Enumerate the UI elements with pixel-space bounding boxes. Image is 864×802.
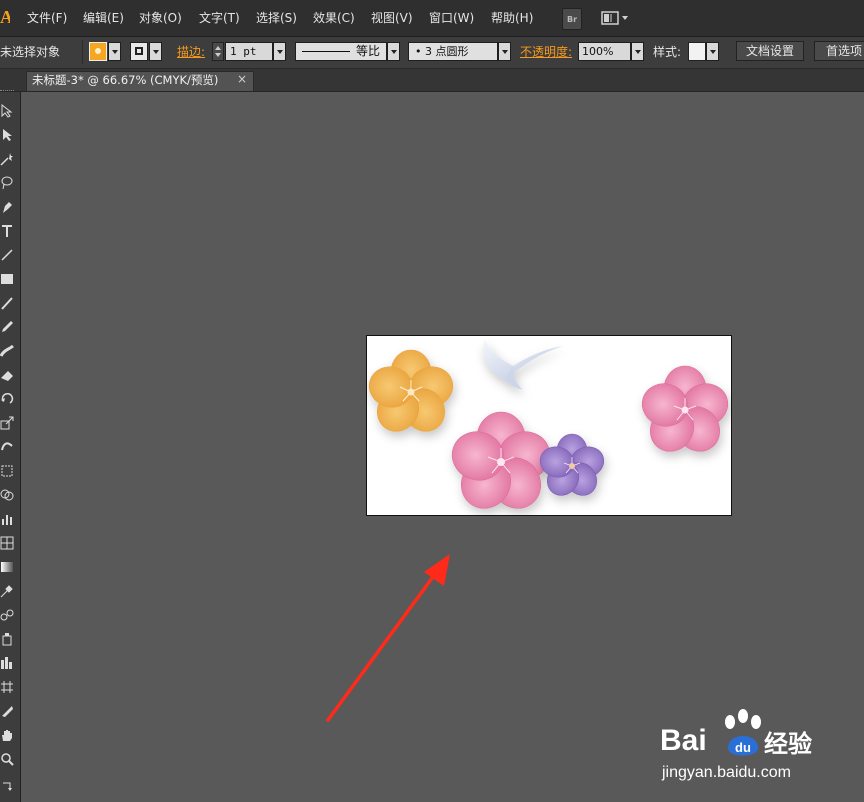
document-setup-button[interactable]: 文档设置 [736, 41, 804, 61]
arrange-documents-button[interactable] [600, 8, 630, 28]
artboard[interactable] [366, 335, 732, 516]
selection-status: 未选择对象 [0, 45, 61, 59]
document-tab-title: 未标题-3* @ 66.67% (CMYK/预览) [32, 73, 219, 87]
bird-shape [483, 340, 563, 390]
zoom-tool-icon[interactable] [0, 752, 14, 766]
fill-color-dropdown[interactable] [108, 42, 121, 61]
stepper-arrows-icon [215, 46, 221, 57]
pen-tool-icon[interactable] [0, 200, 14, 214]
menu-view[interactable]: 视图(V) [371, 10, 413, 26]
menu-window[interactable]: 窗口(W) [429, 10, 474, 26]
stroke-weight-stepper[interactable] [212, 42, 224, 61]
stroke-profile-label: 等比 [356, 44, 381, 58]
baidu-jingyan-watermark: Bai du 经验 jingyan.baidu.com [660, 708, 860, 794]
graphic-style-dropdown[interactable] [706, 42, 719, 61]
stroke-profile-select[interactable]: 等比 [295, 42, 387, 61]
symbol-sprayer-tool-icon[interactable] [0, 632, 14, 646]
graphic-style-swatch[interactable] [688, 42, 706, 61]
stroke-label[interactable]: 描边: [177, 45, 205, 59]
lasso-tool-icon[interactable] [0, 176, 14, 190]
tools-panel [0, 90, 21, 802]
watermark-brand-bottom: 经验 [764, 730, 812, 758]
eraser-tool-icon[interactable] [0, 368, 14, 382]
menu-type[interactable]: 文字(T) [199, 10, 240, 26]
watermark-url: jingyan.baidu.com [662, 764, 791, 781]
menu-effect[interactable]: 效果(C) [313, 10, 355, 26]
orange-flower [368, 349, 454, 432]
blend-tool-icon[interactable] [0, 608, 14, 622]
menu-file[interactable]: 文件(F) [27, 10, 67, 26]
opacity-dropdown[interactable] [631, 42, 644, 61]
svg-text:du: du [735, 740, 751, 755]
arrange-documents-icon [601, 11, 628, 25]
paw-logo-icon: du [725, 709, 761, 756]
opacity-input[interactable]: 100% [578, 42, 631, 61]
stroke-color-dropdown[interactable] [149, 42, 162, 61]
fill-swatch-indicator [95, 48, 101, 54]
shape-builder-tool-icon[interactable] [0, 488, 14, 502]
eyedropper-tool-icon[interactable] [0, 584, 14, 598]
app-logo: Ai [0, 7, 10, 27]
profile-line-icon [302, 51, 350, 52]
direct-selection-tool-icon[interactable] [0, 128, 14, 142]
free-transform-tool-icon[interactable] [0, 464, 14, 478]
fill-color-swatch[interactable] [89, 42, 107, 61]
slice-tool-icon[interactable] [0, 704, 14, 718]
divider [82, 40, 83, 64]
annotation-arrow-icon [326, 554, 450, 722]
bridge-button[interactable]: Br [562, 8, 582, 30]
style-label: 样式: [653, 45, 682, 59]
brush-select[interactable]: • 3 点圆形 [408, 42, 498, 61]
stroke-weight-dropdown[interactable] [273, 42, 286, 61]
stroke-color-swatch[interactable] [130, 42, 148, 61]
stroke-swatch-indicator [135, 47, 143, 55]
menu-object[interactable]: 对象(O) [139, 10, 182, 26]
brush-dropdown[interactable] [498, 42, 511, 61]
gradient-tool-icon[interactable] [0, 560, 14, 574]
hand-tool-icon[interactable] [0, 728, 14, 742]
artboard-tool-icon[interactable] [0, 680, 14, 694]
blob-brush-tool-icon[interactable] [0, 344, 14, 358]
paintbrush-tool-icon[interactable] [0, 296, 14, 310]
artwork-illustration [368, 340, 729, 509]
stroke-weight-input[interactable]: 1 pt [225, 42, 273, 61]
pencil-tool-icon[interactable] [0, 320, 14, 334]
menu-edit[interactable]: 编辑(E) [83, 10, 124, 26]
opacity-label[interactable]: 不透明度: [520, 45, 572, 59]
warp-tool-icon[interactable] [0, 440, 14, 454]
rectangle-tool-icon[interactable] [0, 272, 14, 286]
panel-grip[interactable] [0, 90, 14, 94]
mesh-tool-icon[interactable] [0, 536, 14, 550]
swap-colors-icon[interactable] [0, 780, 14, 794]
watermark-brand-top: Bai [660, 724, 707, 757]
menu-help[interactable]: 帮助(H) [491, 10, 533, 26]
selection-tool-icon[interactable] [0, 104, 14, 118]
pink-flower-right [641, 365, 729, 452]
column-graph-tool-icon[interactable] [0, 656, 14, 670]
pink-flower-large [451, 411, 551, 509]
magic-wand-tool-icon[interactable] [0, 152, 14, 166]
type-tool-icon[interactable] [0, 224, 14, 238]
preferences-button[interactable]: 首选项 [814, 41, 864, 61]
close-tab-icon[interactable]: × [237, 72, 247, 87]
rotate-tool-icon[interactable] [0, 392, 14, 406]
scale-tool-icon[interactable] [0, 416, 14, 430]
menu-select[interactable]: 选择(S) [256, 10, 297, 26]
bridge-icon: Br [566, 14, 578, 24]
graph-tool-icon[interactable] [0, 512, 14, 526]
stroke-profile-dropdown[interactable] [387, 42, 400, 61]
line-tool-icon[interactable] [0, 248, 14, 262]
